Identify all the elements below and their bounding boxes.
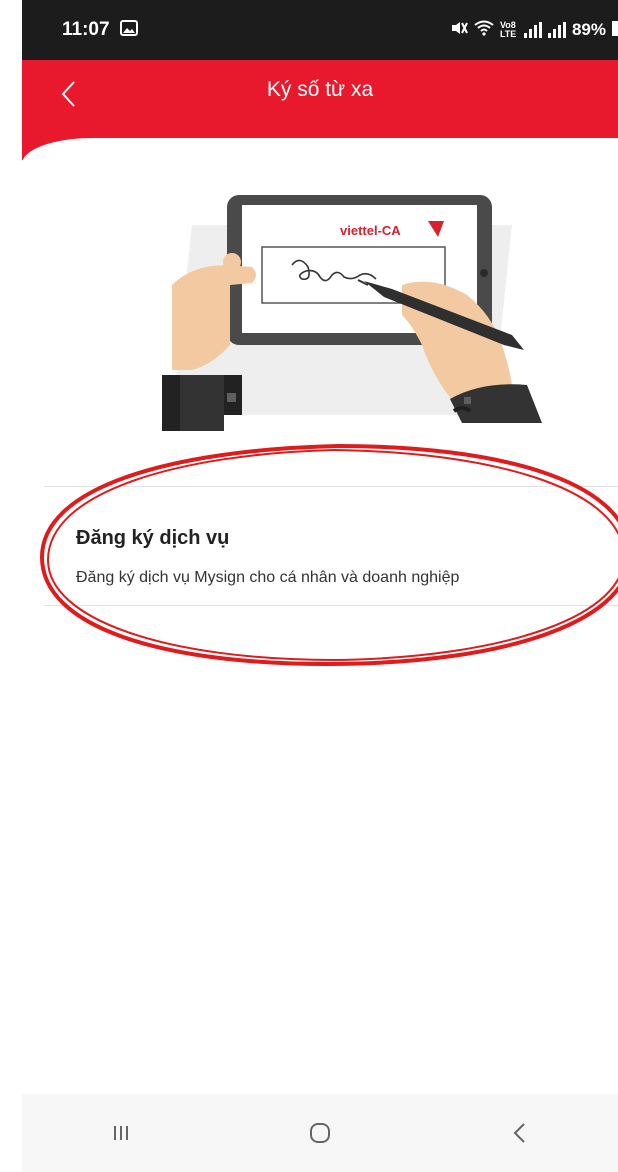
signal-2-icon [547,22,566,38]
screen-margin [0,0,22,1172]
mute-icon [450,20,468,41]
viettel-ca-logo: viettel-CA [340,223,401,238]
status-bar: 11:07 Vo8 LTE 89% [22,0,618,60]
system-back-button[interactable] [479,1103,559,1163]
page-title: Ký số từ xa [266,78,374,101]
phone-screen: 11:07 Vo8 LTE 89% Ký số từ xa viettel-CA… [22,0,618,1172]
recents-icon [114,1126,129,1140]
signing-illustration: viettel-CA [132,185,552,445]
signal-1-icon [523,22,542,38]
header-curve [22,130,618,178]
gallery-icon [119,19,138,41]
service-description: Đăng ký dịch vụ Mysign cho cá nhân và do… [76,569,460,586]
service-title: Đăng ký dịch vụ [76,527,230,549]
status-time: 11:07 [62,19,110,40]
system-nav-bar [22,1094,618,1172]
home-icon [309,1123,330,1143]
battery-text: 89% [571,20,606,39]
battery-icon [612,20,618,41]
status-right: Vo8 LTE 89% [450,20,618,41]
status-left: 11:07 [62,19,138,41]
wifi-icon [474,20,494,41]
network-label: Vo8 LTE [499,20,517,39]
home-button[interactable] [280,1103,360,1163]
app-header: Ký số từ xa [22,60,618,130]
recents-button[interactable] [81,1103,161,1163]
register-service-card[interactable]: Đăng ký dịch vụ Đăng ký dịch vụ Mysign c… [44,486,618,606]
back-icon [513,1123,525,1143]
